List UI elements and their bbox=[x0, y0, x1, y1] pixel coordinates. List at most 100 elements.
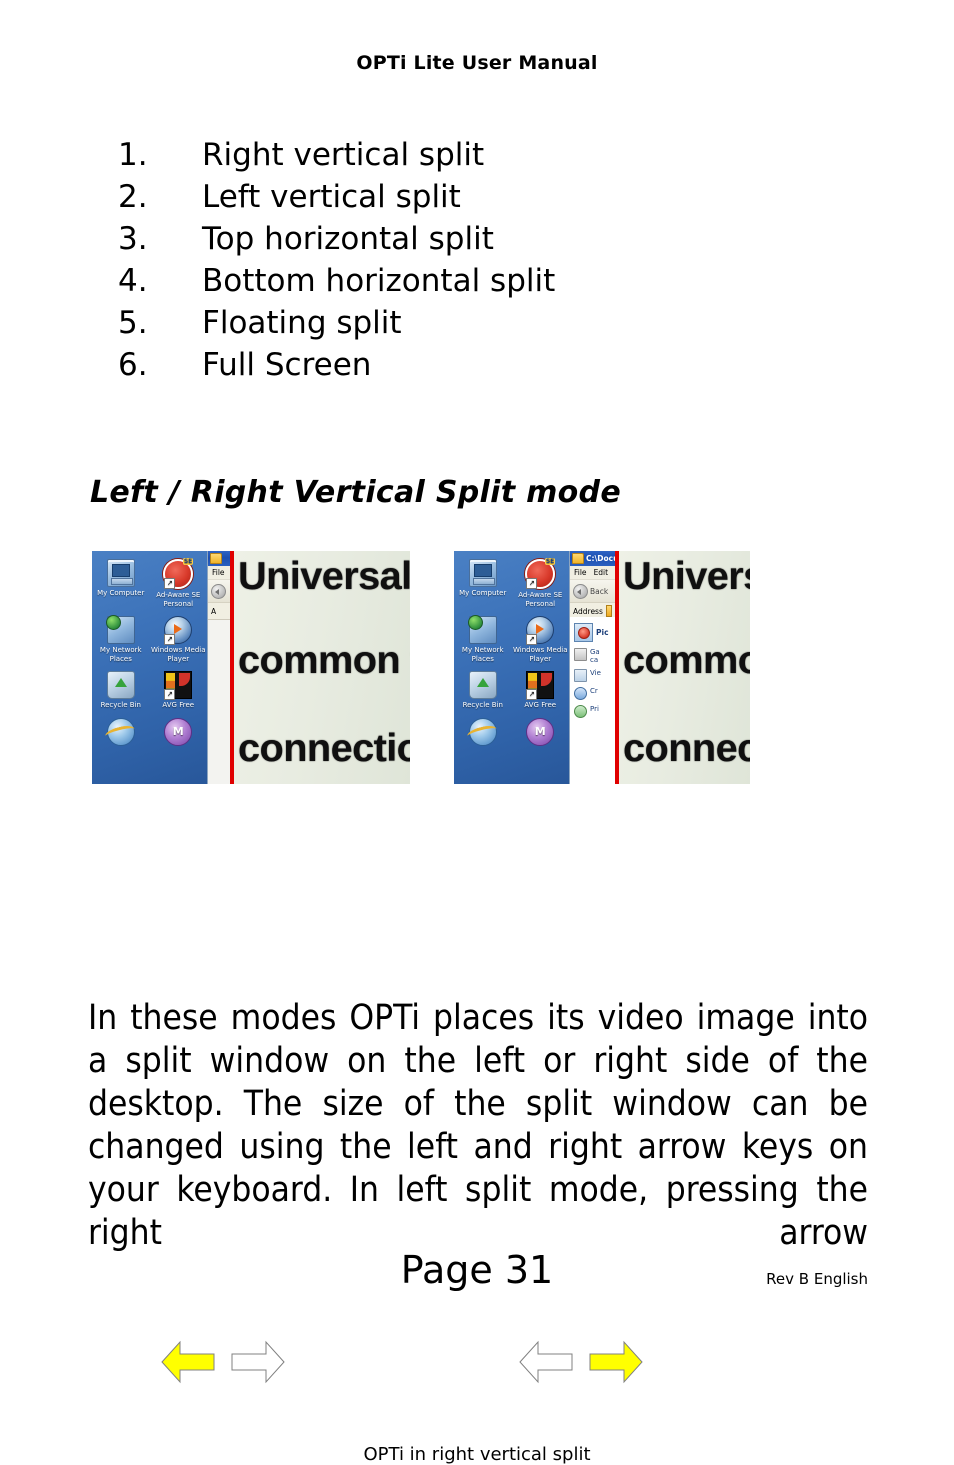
task-pane-item[interactable]: Vie bbox=[574, 669, 612, 682]
list-item-label: Bottom horizontal split bbox=[202, 263, 556, 299]
figure-vertical-split: My Computer ↗ Ad-Aware SE Personal My Ne… bbox=[0, 551, 954, 1465]
shortcut-badge-icon: ↗ bbox=[164, 634, 176, 645]
desktop-icon-internet-explorer[interactable] bbox=[92, 716, 150, 748]
screenshot-left-split-example: My Computer ↗ Ad-Aware SE Personal My Ne… bbox=[92, 551, 410, 784]
address-label: Address bbox=[573, 606, 603, 616]
desktop-icon-messenger[interactable]: M bbox=[512, 716, 570, 748]
magnified-text-line: common type bbox=[238, 639, 410, 682]
desktop-icon-windows-media-player[interactable]: ↗ Windows Media Player bbox=[512, 614, 570, 663]
menu-item-file[interactable]: File bbox=[212, 568, 225, 577]
list-item-number: 6. bbox=[118, 347, 148, 383]
magnified-text-line: common typ bbox=[623, 639, 750, 682]
desktop-icon-internet-explorer[interactable] bbox=[454, 716, 512, 748]
opti-magnified-video-region: Universal Seria common type connection a… bbox=[234, 551, 410, 784]
desktop-icon-windows-media-player[interactable]: ↗ Windows Media Player bbox=[150, 614, 208, 663]
explorer-addressbar[interactable]: A bbox=[208, 603, 230, 620]
list-item-label: Top horizontal split bbox=[202, 221, 494, 257]
desktop-icon-my-computer[interactable]: My Computer bbox=[454, 557, 512, 608]
my-computer-icon bbox=[106, 559, 135, 587]
internet-explorer-icon bbox=[106, 717, 135, 746]
desktop-icon-my-computer[interactable]: My Computer bbox=[92, 557, 150, 608]
desktop-icon-label: Recycle Bin bbox=[462, 701, 503, 709]
back-icon[interactable] bbox=[211, 583, 226, 599]
task-item-label: Pri bbox=[590, 705, 599, 713]
desktop-icon-label: Ad-Aware SE Personal bbox=[156, 591, 201, 608]
list-item-label: Right vertical split bbox=[202, 137, 485, 173]
shortcut-badge-icon: ↗ bbox=[526, 689, 538, 700]
desktop-icon-label: AVG Free bbox=[524, 701, 557, 709]
desktop-icon-label: Windows Media Player bbox=[513, 646, 568, 663]
list-item: 6. Full Screen bbox=[118, 344, 818, 386]
figure-caption: OPTi in right vertical split bbox=[363, 1444, 591, 1465]
screenshot-right-split-example: My Computer ↗ Ad-Aware SE Personal My Ne… bbox=[454, 551, 750, 784]
list-item-number: 2. bbox=[118, 179, 148, 215]
task-pane-item[interactable]: Ga ca bbox=[574, 648, 612, 664]
desktop-icon-messenger[interactable]: M bbox=[150, 716, 208, 748]
back-button[interactable]: Back bbox=[573, 583, 609, 599]
my-computer-icon bbox=[468, 559, 497, 587]
desktop-icon-my-network-places[interactable]: My Network Places bbox=[454, 614, 512, 663]
windows-desktop: My Computer ↗ Ad-Aware SE Personal My Ne… bbox=[92, 551, 207, 784]
explorer-toolbar[interactable] bbox=[208, 580, 230, 603]
task-pane-item[interactable]: Cr bbox=[574, 687, 612, 700]
explorer-toolbar[interactable]: Back bbox=[570, 580, 615, 603]
list-item-number: 5. bbox=[118, 305, 148, 341]
ad-aware-icon: ↗ bbox=[163, 558, 194, 589]
recycle-bin-icon bbox=[468, 671, 497, 699]
desktop-icon-label: My Computer bbox=[97, 589, 145, 597]
magnified-text-line: connection a bbox=[623, 727, 750, 770]
avg-free-icon: ↗ bbox=[164, 671, 193, 700]
desktop-icon-avg-free[interactable]: ↗ AVG Free bbox=[150, 669, 208, 710]
task-item-sublabel: ca bbox=[590, 656, 599, 664]
explorer-titlebar: C:\Docu bbox=[570, 551, 615, 566]
explorer-task-pane: Pic Ga ca Vie Cr Pri bbox=[570, 617, 615, 784]
explorer-window-sliver[interactable]: File A bbox=[207, 551, 230, 784]
menu-item-file[interactable]: File bbox=[574, 568, 587, 577]
task-pane-header: Pic bbox=[574, 623, 612, 642]
revision-label: Rev B English bbox=[766, 1270, 868, 1288]
desktop-icon-label: Recycle Bin bbox=[100, 701, 141, 709]
back-button-label: Back bbox=[590, 586, 609, 596]
desktop-icon-label: AVG Free bbox=[162, 701, 195, 709]
list-item: 1. Right vertical split bbox=[118, 134, 818, 176]
explorer-window[interactable]: C:\Docu File Edit Back Address bbox=[569, 551, 615, 784]
right-example-arrow-pair bbox=[518, 1338, 644, 1386]
desktop-icon-my-network-places[interactable]: My Network Places bbox=[92, 614, 150, 663]
slideshow-icon bbox=[574, 648, 587, 661]
ad-aware-icon: ↗ bbox=[525, 558, 556, 589]
menu-item-edit[interactable]: Edit bbox=[594, 568, 609, 577]
opti-magnified-video-region: Universal Se common typ connection a bbox=[619, 551, 750, 784]
explorer-menubar[interactable]: File bbox=[208, 566, 230, 580]
desktop-icon-recycle-bin[interactable]: Recycle Bin bbox=[92, 669, 150, 710]
explorer-menubar[interactable]: File Edit bbox=[570, 566, 615, 580]
windows-media-player-icon: ↗ bbox=[164, 616, 193, 645]
desktop-icon-avg-free[interactable]: ↗ AVG Free bbox=[512, 669, 570, 710]
desktop-icon-ad-aware[interactable]: ↗ Ad-Aware SE Personal bbox=[150, 557, 208, 608]
desktop-icon-recycle-bin[interactable]: Recycle Bin bbox=[454, 669, 512, 710]
back-icon bbox=[573, 583, 588, 599]
internet-explorer-icon bbox=[468, 717, 497, 746]
desktop-icon-label: Ad-Aware SE Personal bbox=[518, 591, 563, 608]
desktop-icon-label: My Computer bbox=[459, 589, 507, 597]
task-item-label: Ga bbox=[590, 648, 600, 656]
page-footer: Page 31 Rev B English bbox=[0, 1248, 954, 1308]
left-arrow-highlighted-icon bbox=[161, 1340, 215, 1384]
task-pane-item[interactable]: Pri bbox=[574, 705, 612, 718]
recycle-bin-icon bbox=[106, 671, 135, 699]
desktop-icon-label: My Network Places bbox=[99, 646, 142, 663]
list-item-number: 4. bbox=[118, 263, 148, 299]
desktop-icon-ad-aware[interactable]: ↗ Ad-Aware SE Personal bbox=[512, 557, 570, 608]
explorer-titlebar bbox=[208, 551, 230, 566]
list-item-label: Floating split bbox=[202, 305, 402, 341]
list-item: 3. Top horizontal split bbox=[118, 218, 818, 260]
windows-desktop: My Computer ↗ Ad-Aware SE Personal My Ne… bbox=[454, 551, 569, 784]
address-folder-icon bbox=[605, 605, 612, 617]
task-item-label: Vie bbox=[590, 669, 601, 677]
list-item-label: Left vertical split bbox=[202, 179, 461, 215]
right-arrow-outline-icon bbox=[231, 1340, 285, 1384]
create-icon bbox=[574, 687, 587, 700]
windows-media-player-icon: ↗ bbox=[526, 616, 555, 645]
magnified-text-line: Universal Se bbox=[623, 555, 750, 598]
my-network-places-icon bbox=[467, 615, 497, 644]
avg-free-icon: ↗ bbox=[526, 671, 555, 700]
